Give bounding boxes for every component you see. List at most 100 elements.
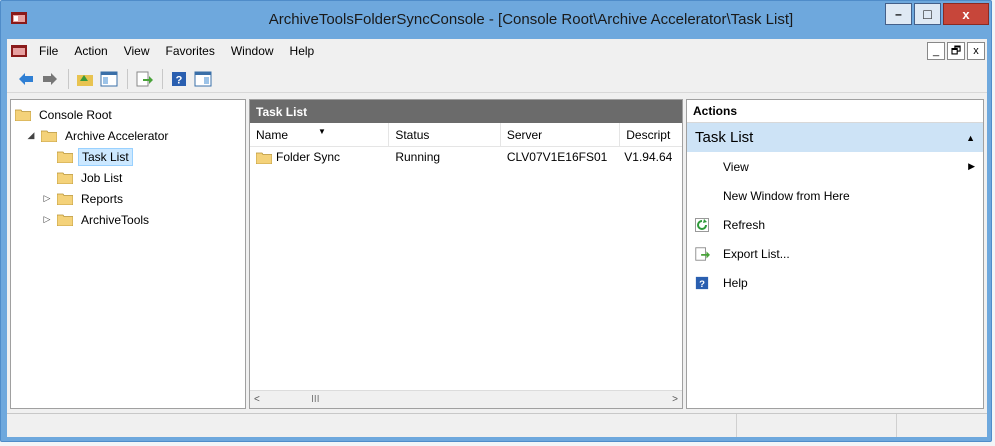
mdi-minimize-button[interactable]: _ — [927, 42, 945, 60]
column-label: Status — [395, 127, 430, 142]
column-header-name[interactable]: Name ▼ — [250, 123, 390, 146]
collapse-caret-icon[interactable]: ▲ — [966, 133, 975, 143]
mdi-child-icon[interactable] — [11, 44, 27, 58]
tree-item-archive-accelerator[interactable]: ◢ Archive Accelerator — [11, 125, 245, 146]
close-icon: x — [962, 6, 970, 22]
tree-item-label: ArchiveTools — [81, 212, 150, 227]
menu-action[interactable]: Action — [66, 44, 115, 58]
menu-help[interactable]: Help — [282, 44, 323, 58]
action-label: Export List... — [723, 246, 790, 261]
tree-item-reports[interactable]: ▷ Reports — [11, 188, 245, 209]
back-arrow-icon — [19, 72, 33, 85]
title-bar[interactable]: ArchiveToolsFolderSyncConsole - [Console… — [1, 1, 991, 39]
tree-item-job-list[interactable]: Job List — [11, 167, 245, 188]
status-segment — [897, 414, 985, 437]
action-label: View — [723, 159, 749, 174]
menu-file[interactable]: File — [31, 44, 66, 58]
folder-icon — [41, 130, 57, 142]
column-label: Server — [506, 127, 543, 142]
column-header-status[interactable]: Status — [389, 123, 501, 146]
close-button[interactable]: x — [943, 3, 989, 25]
mdi-close-button[interactable]: x — [967, 42, 985, 60]
folder-icon — [57, 172, 73, 184]
menu-bar: File Action View Favorites Window Help _… — [7, 39, 987, 63]
collapsed-caret-icon[interactable]: ▷ — [41, 193, 53, 204]
help-icon: ? — [172, 71, 186, 86]
cell-description: V1.94.64 — [624, 150, 673, 164]
sort-descending-icon: ▼ — [318, 127, 326, 136]
forward-arrow-icon — [43, 72, 57, 85]
maximize-button[interactable]: □ — [914, 3, 941, 25]
column-label: Descript — [626, 127, 671, 142]
folder-icon — [256, 152, 272, 164]
folder-icon — [57, 151, 73, 163]
collapsed-caret-icon[interactable]: ▷ — [41, 214, 53, 225]
actions-section-task-list[interactable]: Task List ▲ — [687, 123, 983, 152]
minimize-button[interactable]: – — [885, 3, 912, 25]
horizontal-scrollbar[interactable]: < III > — [250, 390, 682, 408]
column-header-server[interactable]: Server — [501, 123, 621, 146]
action-label: Help — [723, 275, 748, 290]
folder-icon — [15, 109, 31, 121]
tree-item-label: Console Root — [39, 107, 112, 122]
column-header-description[interactable]: Descript — [620, 123, 682, 146]
list-header: Name ▼ Status Server Descript — [250, 123, 682, 147]
status-bar — [7, 413, 987, 437]
cell-server: CLV07V1E16FS01 — [506, 150, 608, 164]
action-label: Refresh — [723, 217, 766, 232]
actions-pane: Actions Task List ▲ View ▶ New Window fr… — [686, 99, 984, 409]
scroll-right-button[interactable]: > — [672, 394, 678, 405]
tree-item-label: Archive Accelerator — [65, 128, 169, 143]
result-pane: Task List Name ▼ Status Server Descript … — [249, 99, 683, 409]
up-one-level-button[interactable] — [74, 68, 96, 90]
app-window: ArchiveToolsFolderSyncConsole - [Console… — [0, 0, 992, 442]
tree-item-label: Job List — [81, 170, 123, 185]
back-button[interactable] — [15, 68, 37, 90]
tree-item-task-list[interactable]: Task List — [11, 146, 245, 167]
tree-item-label: Reports — [81, 191, 124, 206]
action-label: New Window from Here — [723, 188, 850, 203]
menu-favorites[interactable]: Favorites — [158, 44, 223, 58]
result-pane-header: Task List — [250, 100, 682, 123]
export-list-icon — [136, 71, 153, 86]
svg-text:?: ? — [699, 278, 705, 289]
show-hide-action-pane-button[interactable] — [192, 68, 214, 90]
action-pane-icon — [194, 71, 212, 86]
status-segment — [7, 414, 737, 437]
tree-item-label: Task List — [78, 147, 133, 166]
actions-header: Actions — [687, 100, 983, 123]
show-hide-tree-button[interactable] — [98, 68, 120, 90]
mdi-controls: _ 🗗 x — [927, 42, 985, 60]
export-list-button[interactable] — [133, 68, 155, 90]
tree-item-console-root[interactable]: Console Root — [11, 104, 245, 125]
column-label: Name — [256, 127, 289, 142]
cell-status: Running — [395, 150, 441, 164]
action-export-list[interactable]: Export List... — [687, 239, 983, 268]
console-tree: Console Root ◢ Archive Accelerator Task … — [10, 99, 246, 409]
toolbar: ? — [7, 65, 987, 93]
action-view[interactable]: View ▶ — [687, 152, 983, 181]
svg-text:?: ? — [176, 74, 183, 86]
mmc-app-icon[interactable] — [11, 11, 27, 25]
cell-name: Folder Sync — [250, 150, 389, 164]
help-button[interactable]: ? — [168, 68, 190, 90]
scroll-thumb[interactable]: III — [311, 394, 319, 405]
list-item[interactable]: Folder Sync Running CLV07V1E16FS01 V1.94… — [250, 147, 682, 167]
menu-window[interactable]: Window — [223, 44, 282, 58]
status-segment — [737, 414, 897, 437]
tree-item-archivetools[interactable]: ▷ ArchiveTools — [11, 209, 245, 230]
action-help[interactable]: ? Help — [687, 268, 983, 297]
minimize-icon: – — [895, 7, 902, 21]
folder-icon — [57, 193, 73, 205]
action-new-window[interactable]: New Window from Here — [687, 181, 983, 210]
menu-view[interactable]: View — [116, 44, 158, 58]
scroll-left-button[interactable]: < — [254, 394, 260, 405]
mdi-restore-button[interactable]: 🗗 — [947, 42, 965, 60]
folder-icon — [57, 214, 73, 226]
action-refresh[interactable]: Refresh — [687, 210, 983, 239]
expanded-caret-icon[interactable]: ◢ — [25, 130, 37, 141]
maximize-icon: □ — [923, 6, 932, 22]
forward-button[interactable] — [39, 68, 61, 90]
console-tree-icon — [100, 71, 118, 86]
submenu-arrow-icon: ▶ — [968, 161, 975, 171]
